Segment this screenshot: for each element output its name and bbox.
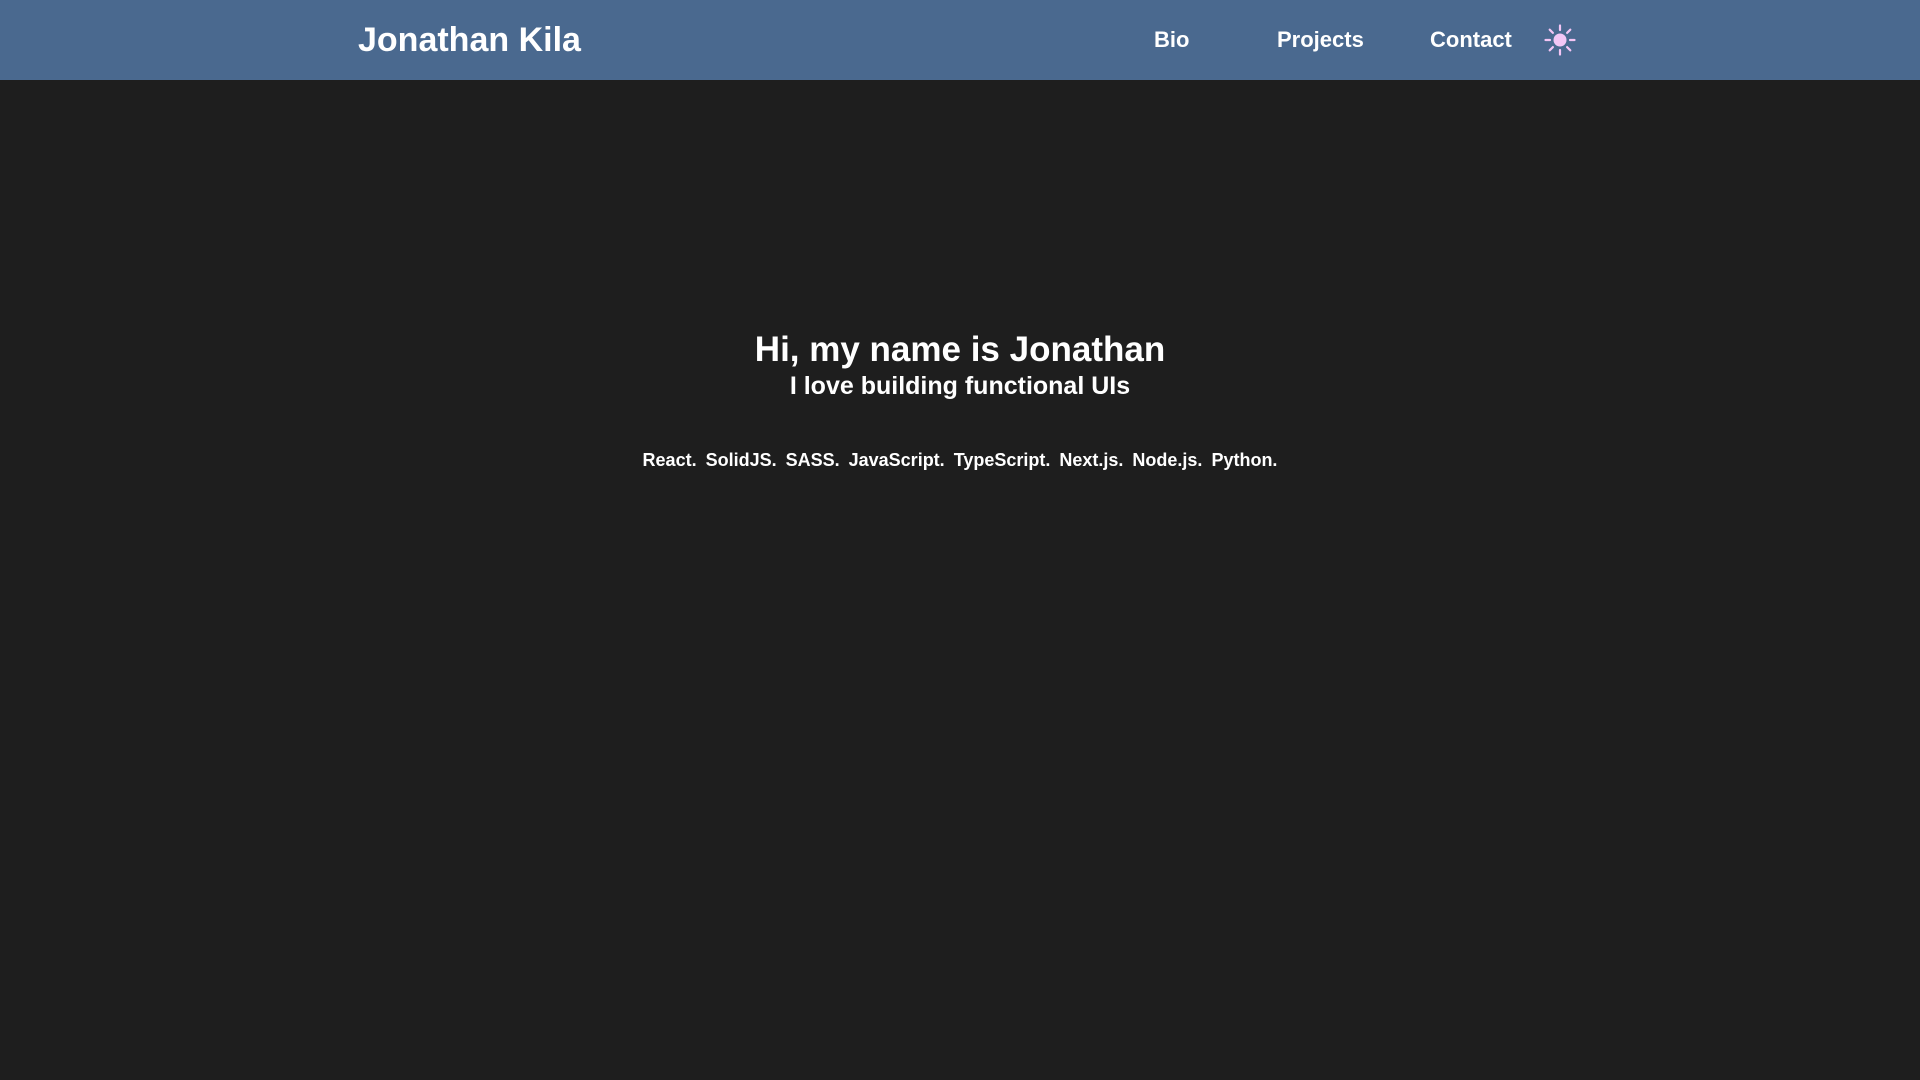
skill-item: Next.js. (1059, 450, 1124, 470)
theme-toggle-button[interactable] (1544, 24, 1576, 56)
hero-subtitle: I love building functional UIs (789, 372, 1131, 400)
skills-list: React. SolidJS. SASS. JavaScript. TypeSc… (0, 448, 1920, 472)
skill-item: TypeScript. (953, 450, 1051, 470)
skill-item: React. (642, 450, 697, 470)
skill-item: Node.js. (1132, 450, 1203, 470)
site-header: Jonathan Kila Bio Projects Contact (0, 0, 1920, 80)
nav-link-bio[interactable]: Bio (1154, 26, 1189, 54)
nav-link-contact[interactable]: Contact (1430, 26, 1512, 54)
hero-title: Hi, my name is Jonathan (754, 330, 1166, 369)
skill-item: SolidJS. (705, 450, 777, 470)
sun-icon (1544, 24, 1576, 56)
skill-item: JavaScript. (848, 450, 945, 470)
skill-item: Python. (1211, 450, 1278, 470)
brand-name[interactable]: Jonathan Kila (358, 18, 581, 62)
nav-link-projects[interactable]: Projects (1277, 26, 1364, 54)
skill-item: SASS. (785, 450, 840, 470)
